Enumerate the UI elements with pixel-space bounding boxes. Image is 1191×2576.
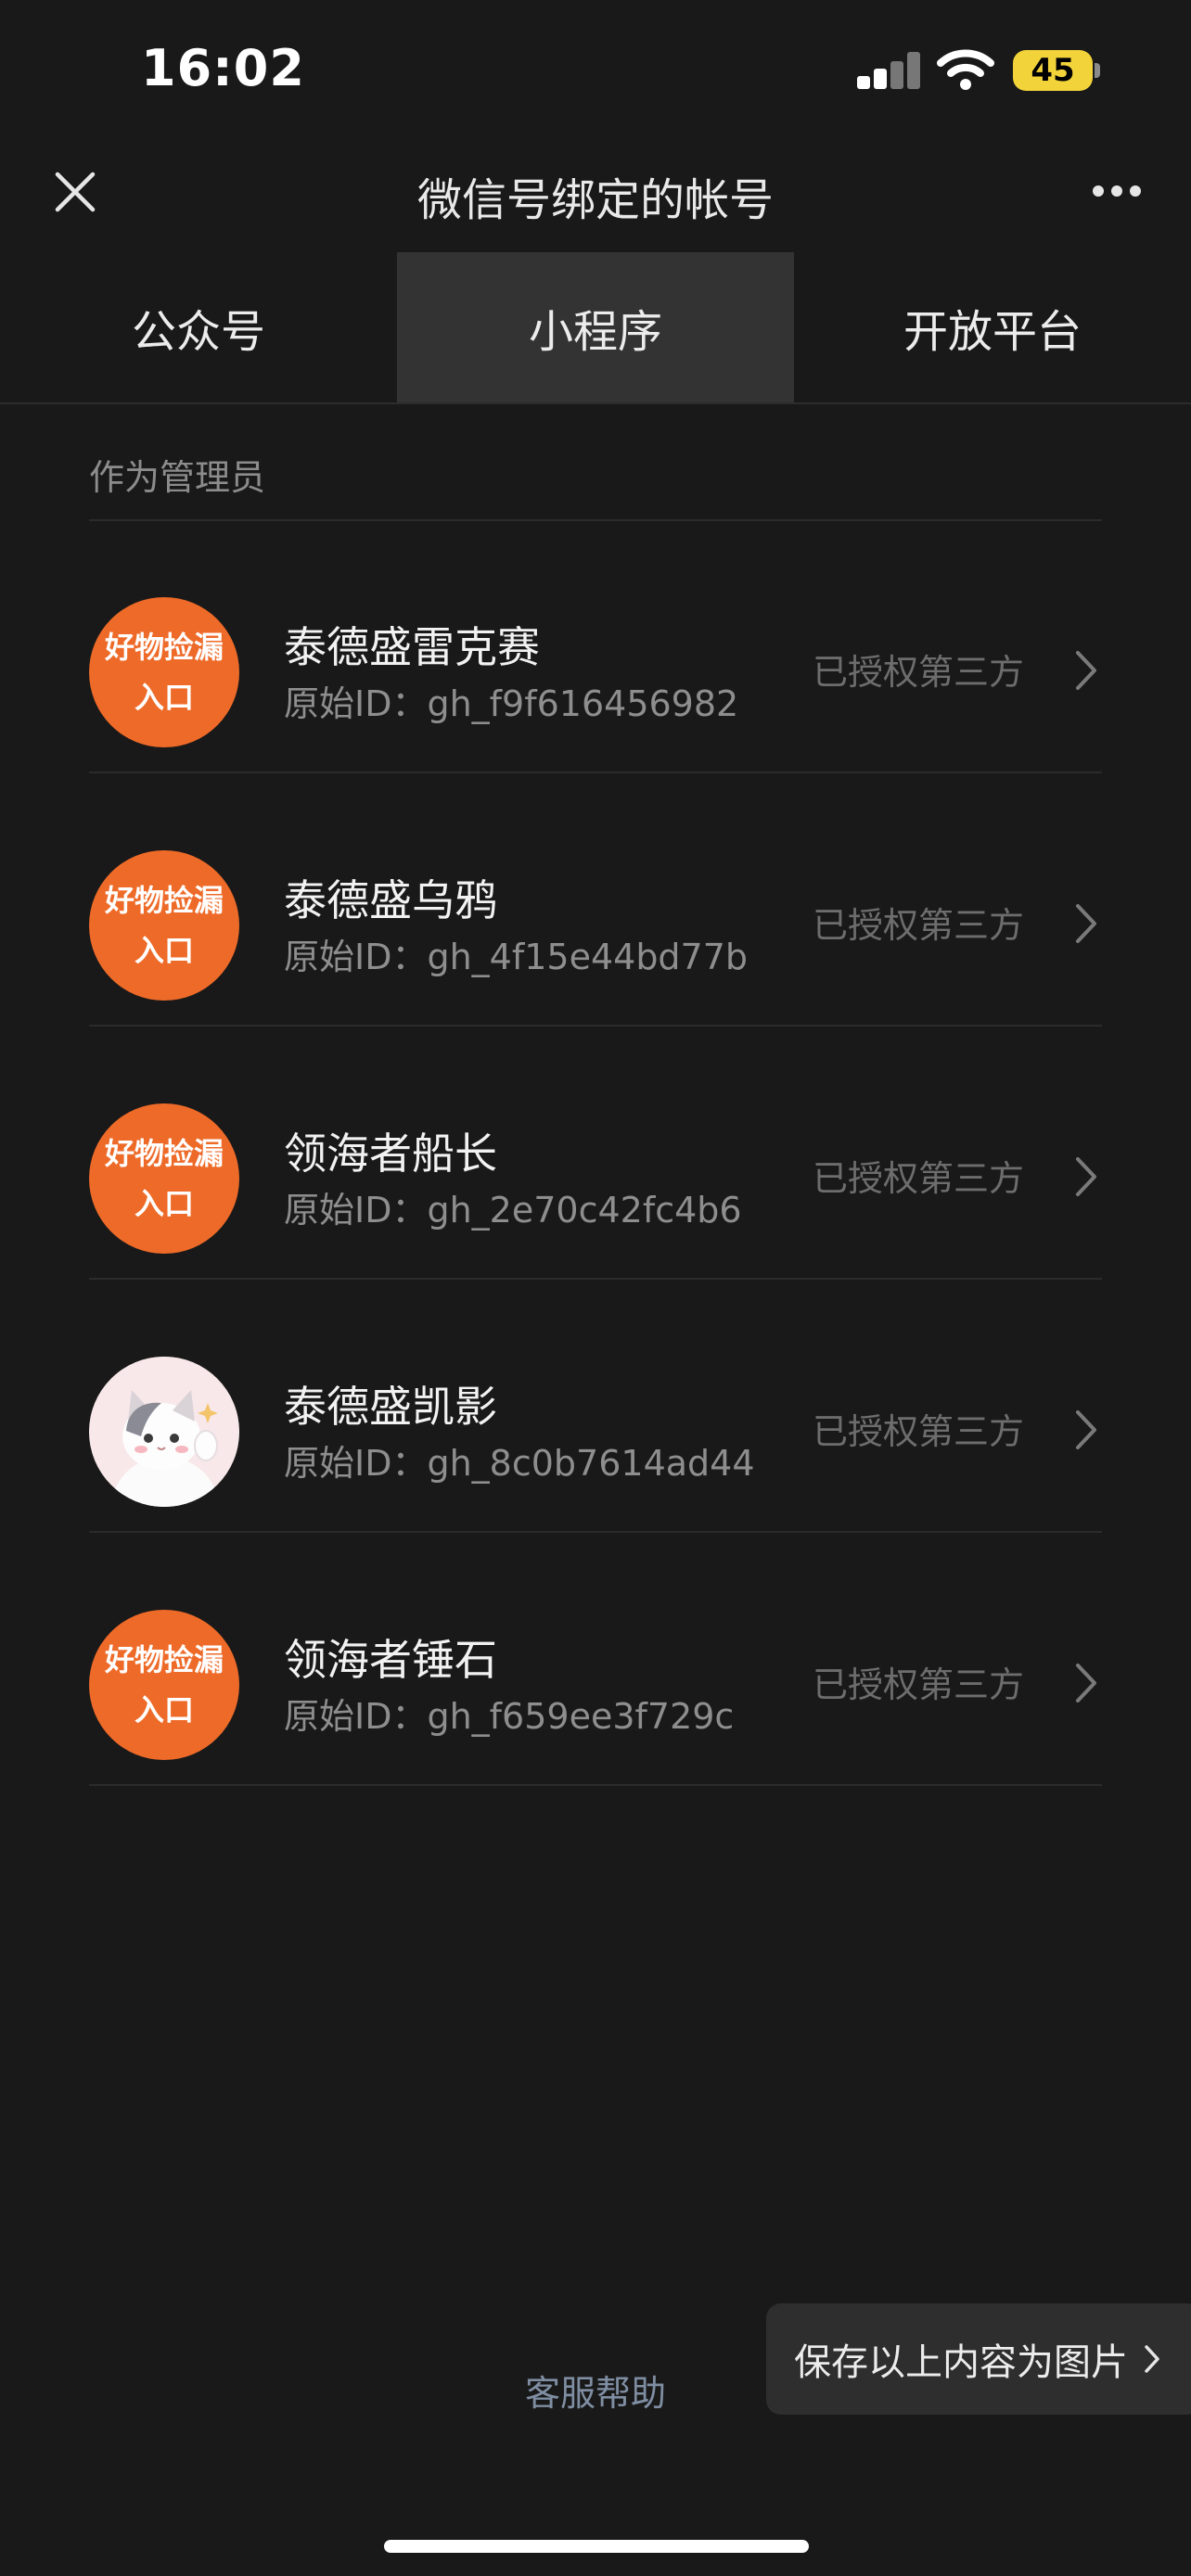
mini-program-avatar: 好物捡漏 入口 <box>89 1103 239 1254</box>
chevron-right-icon <box>1076 1664 1096 1702</box>
mini-program-avatar: 好物捡漏 入口 <box>89 597 239 747</box>
item-origin-id: 原始ID：gh_8c0b7614ad44 <box>284 1443 755 1484</box>
item-name: 泰德盛凯影 <box>284 1382 497 1432</box>
item-status: 已授权第三方 <box>813 1664 1025 1705</box>
item-status: 已授权第三方 <box>813 1158 1025 1199</box>
list-item[interactable]: 好物捡漏 入口 泰德盛乌鸦 原始ID：gh_4f15e44bd77b 已授权第三方 <box>0 774 1191 1027</box>
item-name: 领海者锤石 <box>284 1635 497 1685</box>
section-label: 作为管理员 <box>89 457 266 498</box>
item-origin-id: 原始ID：gh_f9f616456982 <box>284 683 739 724</box>
mini-program-avatar: 好物捡漏 入口 <box>89 1610 239 1760</box>
status-time: 16:02 <box>141 39 305 97</box>
list-item[interactable]: 泰德盛凯影 原始ID：gh_8c0b7614ad44 已授权第三方 <box>0 1281 1191 1533</box>
item-status: 已授权第三方 <box>813 1411 1025 1452</box>
cat-avatar-icon <box>89 1357 239 1507</box>
more-options-icon[interactable] <box>1093 185 1141 198</box>
list-item[interactable]: 好物捡漏 入口 泰德盛雷克赛 原始ID：gh_f9f616456982 已授权第三… <box>0 521 1191 773</box>
save-as-image-label: 保存以上内容为图片 <box>794 2341 1128 2384</box>
tab-mini-programs[interactable]: 小程序 <box>397 252 794 402</box>
battery-level: 45 <box>1013 50 1093 91</box>
chevron-right-icon <box>1076 904 1096 943</box>
tab-bar: 公众号 小程序 开放平台 <box>0 252 1191 404</box>
page-title: 微信号绑定的帐号 <box>416 174 774 226</box>
item-origin-id: 原始ID：gh_f659ee3f729c <box>284 1696 735 1737</box>
item-status: 已授权第三方 <box>813 905 1025 946</box>
mini-program-avatar: 好物捡漏 入口 <box>89 850 239 1001</box>
tab-open-platform[interactable]: 开放平台 <box>794 252 1191 402</box>
save-as-image-button[interactable]: 保存以上内容为图片 <box>766 2303 1191 2415</box>
item-status: 已授权第三方 <box>813 652 1025 693</box>
wifi-icon <box>937 49 994 90</box>
item-name: 泰德盛雷克赛 <box>284 622 540 672</box>
tab-official-accounts[interactable]: 公众号 <box>0 252 397 402</box>
list-item[interactable]: 好物捡漏 入口 领海者锤石 原始ID：gh_f659ee3f729c 已授权第三方 <box>0 1534 1191 1786</box>
item-name: 泰德盛乌鸦 <box>284 875 497 925</box>
item-name: 领海者船长 <box>284 1129 497 1179</box>
chevron-right-icon <box>1076 651 1096 690</box>
list-item[interactable]: 好物捡漏 入口 领海者船长 原始ID：gh_2e70c42fc4b6 已授权第三方 <box>0 1027 1191 1280</box>
chevron-right-icon <box>1076 1157 1096 1196</box>
home-indicator[interactable] <box>384 2540 809 2553</box>
item-origin-id: 原始ID：gh_4f15e44bd77b <box>284 937 749 977</box>
chevron-right-icon <box>1076 1410 1096 1449</box>
item-origin-id: 原始ID：gh_2e70c42fc4b6 <box>284 1190 742 1231</box>
chevron-right-icon <box>1145 2345 1159 2373</box>
battery-icon: 45 <box>1013 50 1102 91</box>
cellular-signal-icon <box>857 52 920 89</box>
